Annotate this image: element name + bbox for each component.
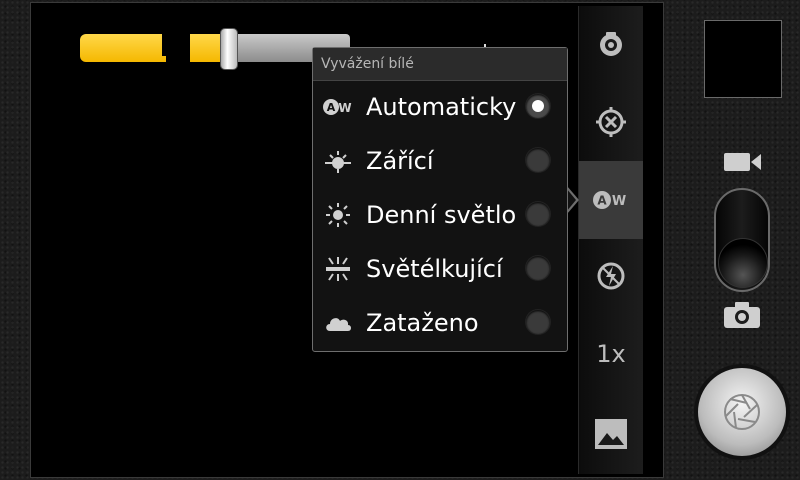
wb-option-label: Zataženo (366, 309, 479, 337)
wb-radio[interactable] (526, 310, 550, 334)
wb-radio[interactable] (526, 202, 550, 226)
focus-mode-button[interactable] (579, 92, 643, 152)
last-photo-thumbnail[interactable] (704, 20, 782, 98)
gallery-button[interactable] (579, 404, 643, 464)
svg-text:W: W (338, 101, 351, 115)
cloudy-icon (323, 310, 353, 336)
camera-toolbar: A W 1x (578, 6, 643, 474)
wb-option-fluorescent[interactable]: Světélkující (313, 242, 567, 296)
wb-option-label: Denní světlo (366, 201, 517, 229)
incandescent-icon (323, 148, 353, 174)
zoom-level-button[interactable]: 1x (579, 324, 643, 384)
svg-text:W: W (612, 194, 626, 209)
zoom-level-label: 1x (596, 340, 626, 368)
wb-radio[interactable] (526, 148, 550, 172)
svg-text:A: A (327, 101, 336, 114)
white-balance-button[interactable]: A W (579, 161, 643, 239)
wb-option-incandescent[interactable]: Zářící (313, 134, 567, 188)
wb-option-automatic[interactable]: A W Automaticky (313, 80, 567, 134)
camera-settings-icon (600, 32, 622, 56)
wb-radio[interactable] (526, 256, 550, 280)
auto-wb-icon: A W (323, 94, 353, 120)
wb-option-label: Zářící (366, 147, 434, 175)
zoom-indicator-left (80, 34, 166, 62)
wb-option-daylight[interactable]: Denní světlo (313, 188, 567, 242)
wb-option-label: Světélkující (366, 255, 503, 283)
white-balance-popup: Vyvážení bílé A W Automaticky Zářící Den… (312, 47, 568, 352)
gallery-icon (595, 419, 627, 449)
svg-text:A: A (597, 194, 607, 208)
popup-title: Vyvážení bílé (313, 48, 567, 81)
camera-video-mode-switch[interactable] (714, 188, 770, 292)
wb-radio-selected[interactable] (526, 94, 550, 118)
wb-option-cloudy[interactable]: Zataženo (313, 296, 567, 350)
mode-switch-knob[interactable] (718, 238, 768, 288)
video-icon (724, 153, 761, 171)
zoom-slider-thumb[interactable] (220, 28, 238, 70)
focus-icon (596, 107, 626, 137)
camera-icon (724, 302, 760, 328)
wb-option-label: Automaticky (366, 93, 517, 121)
flash-mode-button[interactable] (579, 246, 643, 306)
shutter-icon (724, 394, 760, 430)
fluorescent-icon (323, 256, 353, 282)
camera-settings-button[interactable] (579, 14, 643, 74)
white-balance-icon: A W (593, 191, 626, 209)
shutter-button[interactable] (694, 364, 790, 460)
daylight-icon (323, 202, 353, 228)
flash-off-icon (597, 262, 625, 290)
